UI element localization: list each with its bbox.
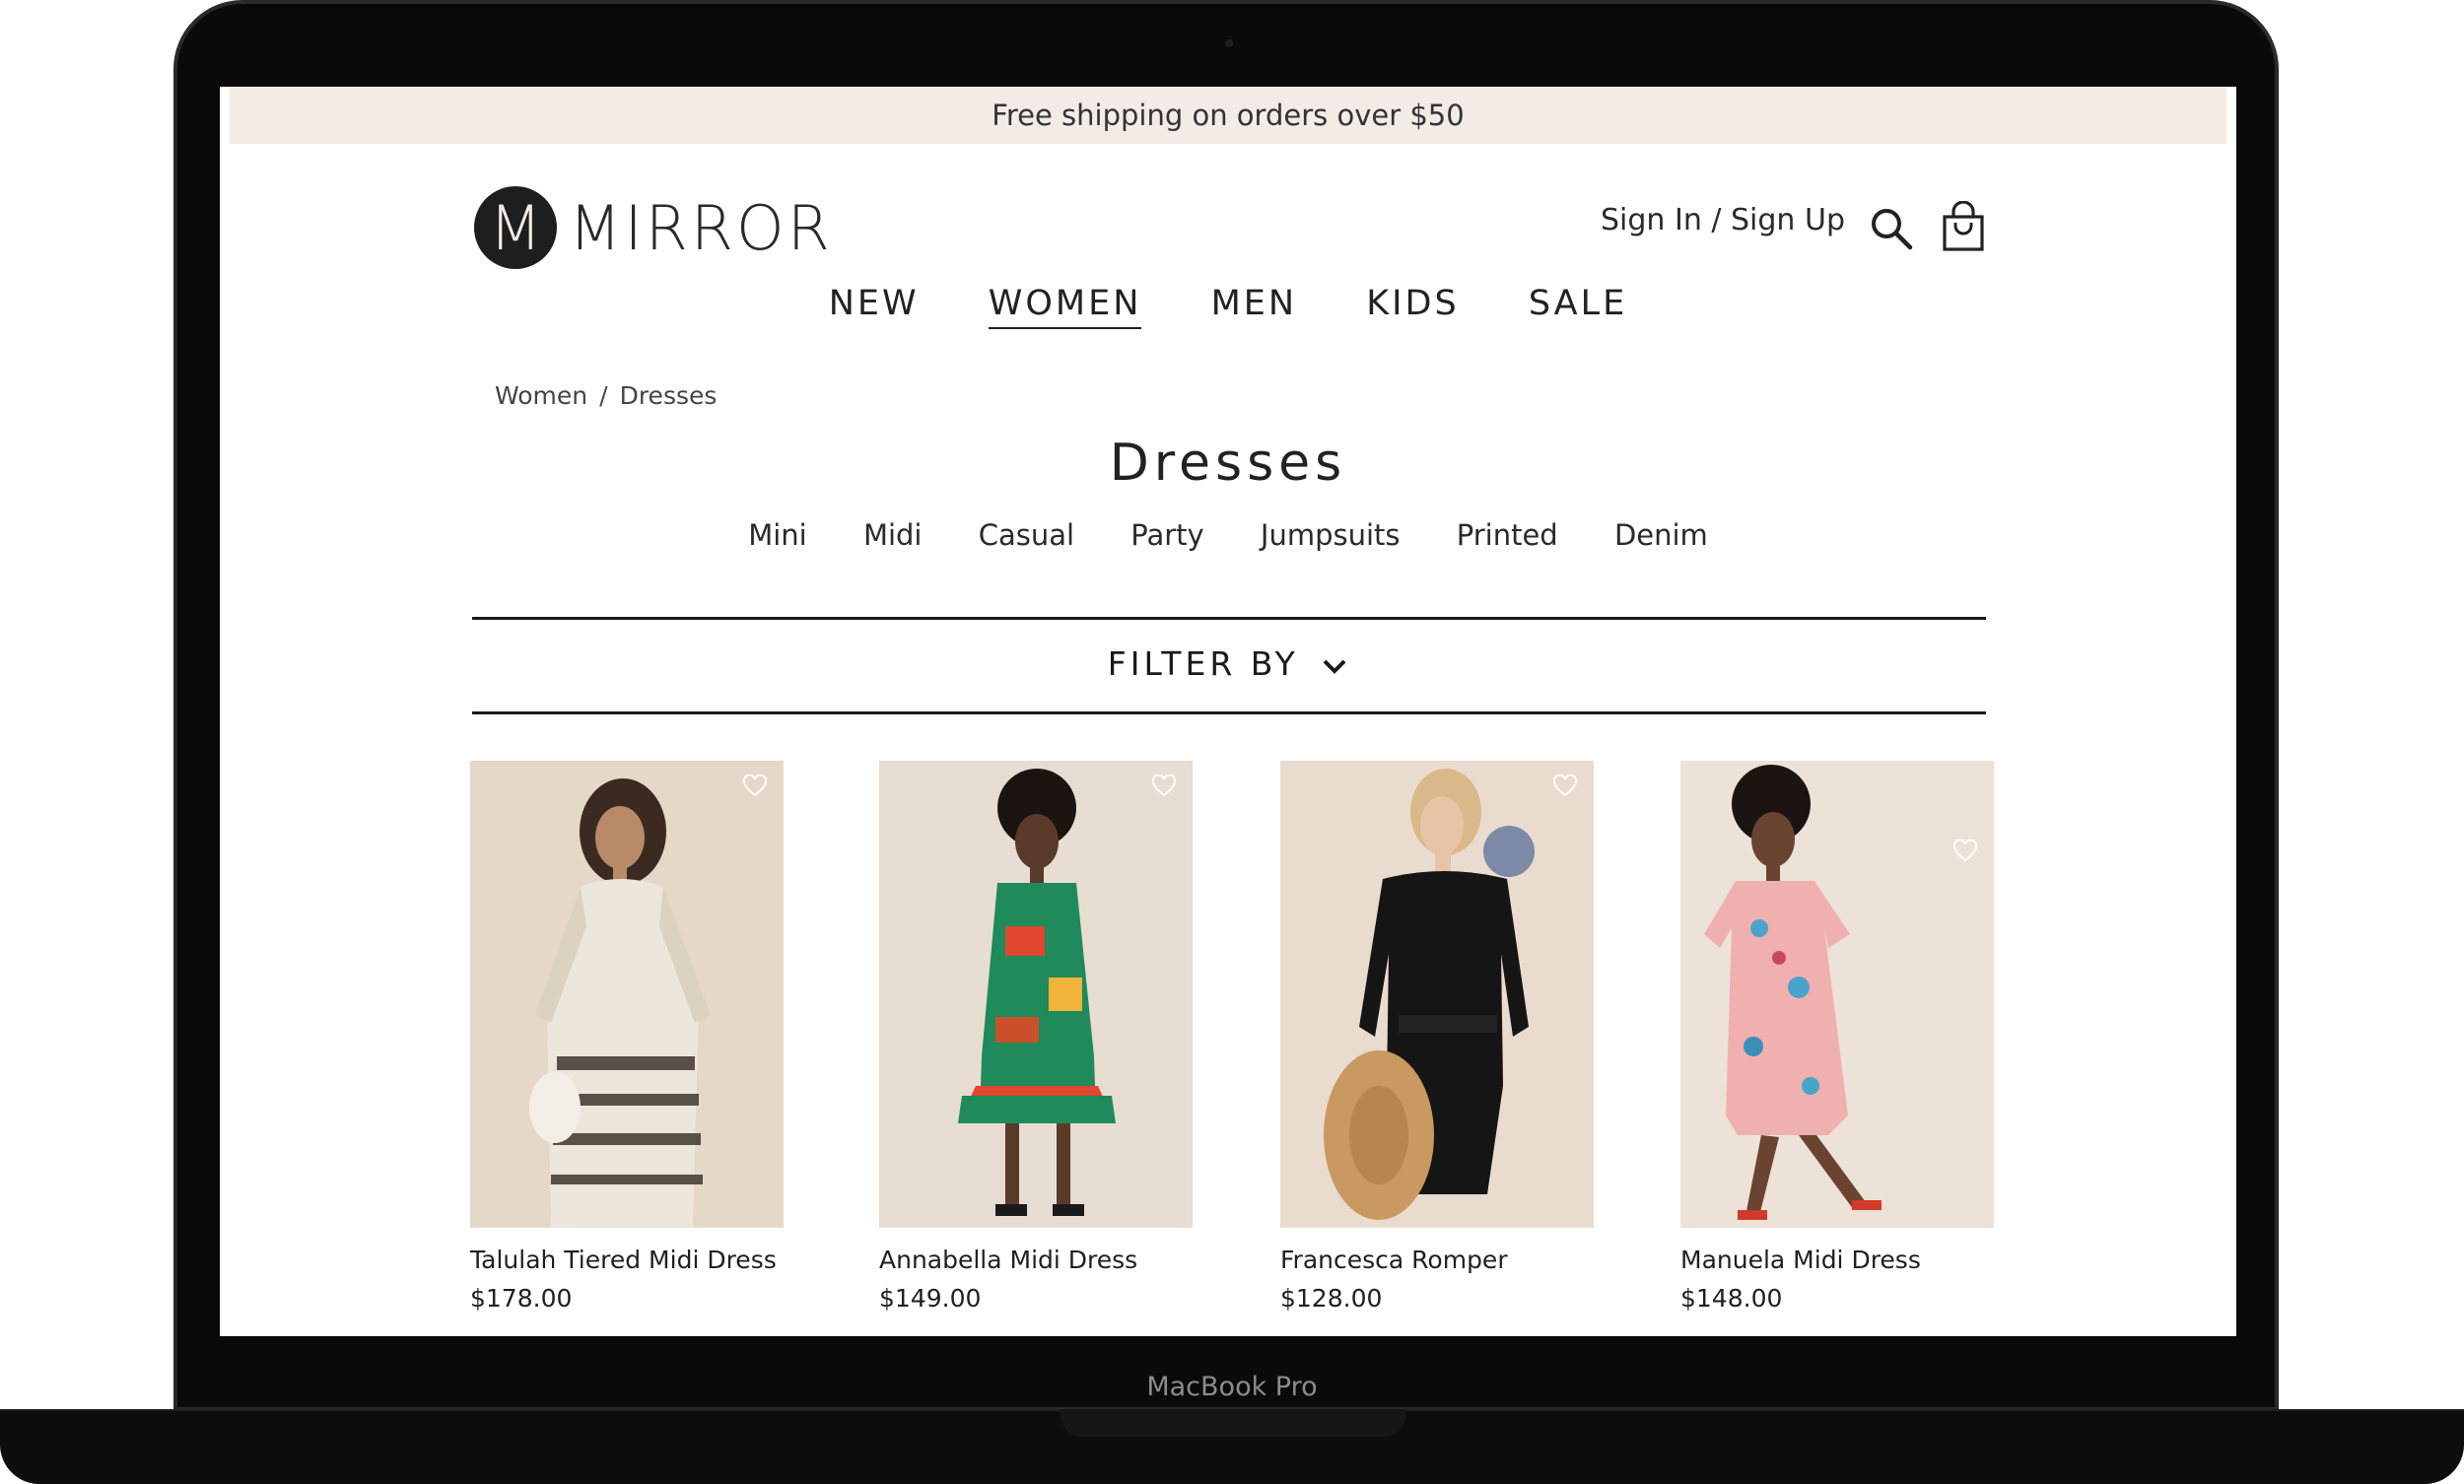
model-photo <box>1280 761 1594 1228</box>
model-photo <box>1680 761 1994 1228</box>
filter-by-button[interactable]: FILTER BY <box>220 644 2236 683</box>
product-price: $128.00 <box>1280 1284 1383 1313</box>
product-name[interactable]: Francesca Romper <box>1280 1246 1594 1274</box>
nav-item-sale[interactable]: SALE <box>1529 284 1627 323</box>
product-card[interactable]: Talulah Tiered Midi Dress $178.00 <box>470 761 784 1313</box>
breadcrumb-separator: / <box>599 381 608 410</box>
subcategory-casual[interactable]: Casual <box>979 518 1074 552</box>
chevron-down-icon <box>1323 659 1346 674</box>
model-photo <box>470 761 784 1228</box>
nav-item-new[interactable]: NEW <box>829 284 920 323</box>
product-card[interactable]: Manuela Midi Dress $148.00 <box>1680 761 1994 1313</box>
nav-item-women[interactable]: WOMEN <box>988 284 1142 329</box>
browser-screen: Free shipping on orders over $50 M MIRRO… <box>220 87 2236 1336</box>
breadcrumb-women[interactable]: Women <box>495 381 587 410</box>
main-nav: NEW WOMEN MEN KIDS SALE <box>220 284 2236 329</box>
logo-wordmark: MIRROR <box>569 191 833 264</box>
product-name[interactable]: Annabella Midi Dress <box>879 1246 1193 1274</box>
nav-item-men[interactable]: MEN <box>1211 284 1298 323</box>
sign-in-link[interactable]: Sign In / Sign Up <box>1601 203 1845 237</box>
shopping-bag-icon <box>1943 200 1984 251</box>
subcategory-jumpsuits[interactable]: Jumpsuits <box>1261 518 1401 552</box>
product-price: $178.00 <box>470 1284 573 1313</box>
promo-bar: Free shipping on orders over $50 <box>230 87 2226 144</box>
product-price: $148.00 <box>1680 1284 1783 1313</box>
subcategory-party[interactable]: Party <box>1130 518 1203 552</box>
search-button[interactable] <box>1868 205 1915 252</box>
breadcrumb-dresses[interactable]: Dresses <box>620 381 718 410</box>
page-title: Dresses <box>1109 434 1347 493</box>
camera <box>1225 39 1233 47</box>
heart-icon[interactable] <box>742 775 768 798</box>
logo-monogram: M <box>474 186 557 269</box>
subcategory-nav: Mini Midi Casual Party Jumpsuits Printed… <box>220 518 2236 552</box>
laptop-notch <box>1061 1409 1405 1437</box>
product-image[interactable] <box>879 761 1193 1228</box>
subcategory-mini[interactable]: Mini <box>748 518 807 552</box>
heart-icon[interactable] <box>1151 775 1177 798</box>
subcategory-denim[interactable]: Denim <box>1614 518 1708 552</box>
subcategory-printed[interactable]: Printed <box>1457 518 1558 552</box>
filter-top-divider <box>472 617 1986 620</box>
nav-item-kids[interactable]: KIDS <box>1366 284 1459 323</box>
product-card[interactable]: Francesca Romper $128.00 <box>1280 761 1594 1313</box>
device-label: MacBook Pro <box>1146 1372 1318 1402</box>
heart-icon[interactable] <box>1952 840 1978 863</box>
filter-by-label: FILTER BY <box>1107 644 1299 683</box>
product-price: $149.00 <box>879 1284 982 1313</box>
product-image[interactable] <box>1280 761 1594 1228</box>
search-icon <box>1872 209 1913 250</box>
product-image[interactable] <box>470 761 784 1228</box>
cart-button[interactable] <box>1940 200 1987 252</box>
product-name[interactable]: Manuela Midi Dress <box>1680 1246 1994 1274</box>
breadcrumb: Women / Dresses <box>495 381 717 410</box>
subcategory-midi[interactable]: Midi <box>863 518 923 552</box>
model-photo <box>879 761 1193 1228</box>
site-logo[interactable]: M MIRROR <box>474 185 833 270</box>
product-image[interactable] <box>1680 761 1994 1228</box>
product-card[interactable]: Annabella Midi Dress $149.00 <box>879 761 1193 1313</box>
filter-bottom-divider <box>472 711 1986 714</box>
product-name[interactable]: Talulah Tiered Midi Dress <box>470 1246 784 1274</box>
heart-icon[interactable] <box>1552 775 1578 798</box>
